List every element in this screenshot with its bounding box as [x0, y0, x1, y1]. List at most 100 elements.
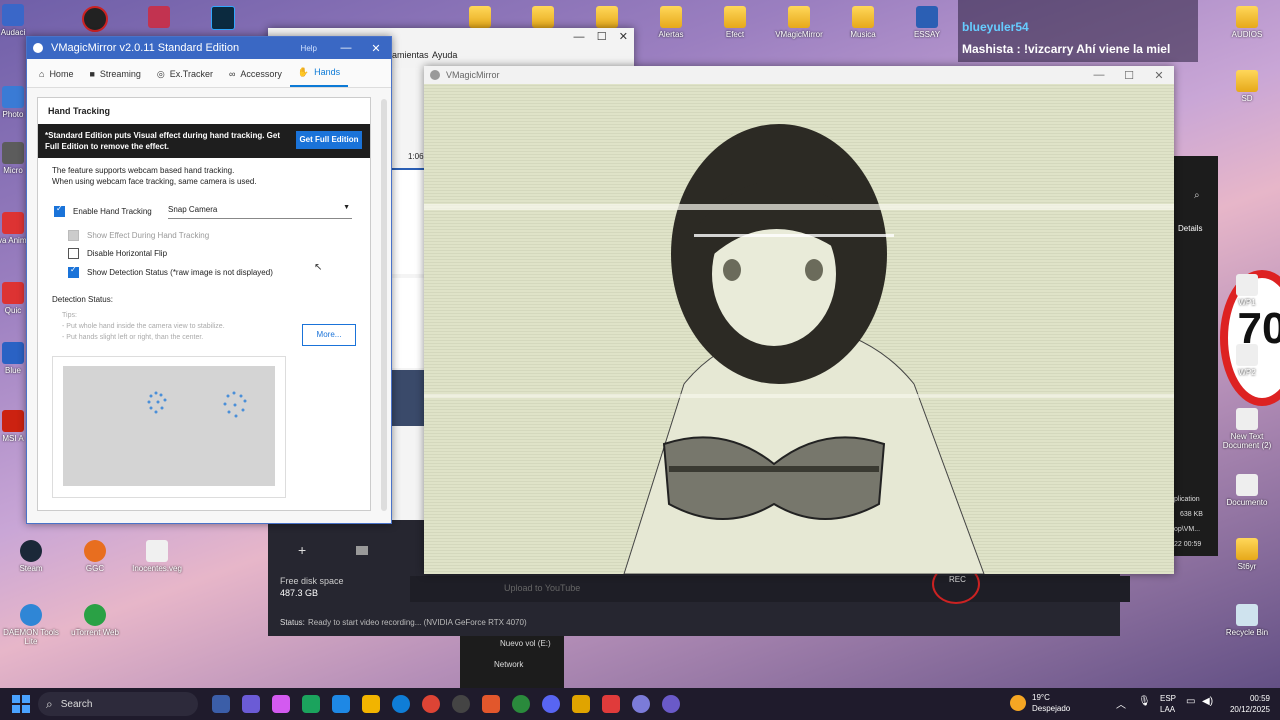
more-button[interactable]: More... — [302, 324, 356, 346]
desktop-icon-obs[interactable] — [60, 6, 130, 34]
chevron-down-icon: ▼ — [343, 204, 350, 211]
status-text: Ready to start video recording... (NVIDI… — [308, 618, 527, 627]
enable-hand-tracking-checkbox[interactable] — [54, 204, 65, 217]
vmm-main-titlebar: VMagicMirror — ☐ ✕ — [424, 66, 1174, 84]
microphone-icon[interactable]: 🎙 — [1138, 696, 1151, 707]
desktop-icon-new-text[interactable]: New Text Document (2) — [1212, 408, 1280, 450]
details-label[interactable]: Details — [1178, 224, 1202, 233]
taskbar-github[interactable] — [452, 695, 470, 713]
taskbar-app-11[interactable] — [512, 695, 530, 713]
weather-moon-icon — [1010, 695, 1026, 711]
desktop-icon-folder-3[interactable] — [572, 6, 642, 30]
avatar-viewport[interactable] — [424, 84, 1174, 574]
taskbar-file-explorer[interactable] — [362, 695, 380, 713]
start-button[interactable] — [12, 695, 30, 713]
volume-icon[interactable]: ◀) — [1202, 696, 1213, 707]
settings-scrollbar[interactable] — [381, 99, 387, 511]
detection-status-frame — [52, 356, 286, 498]
desktop-icon-app2[interactable] — [124, 6, 194, 30]
desktop-icon-utorrent[interactable]: uTorrent Web — [60, 604, 130, 637]
tree-item-network[interactable]: Network — [494, 660, 523, 669]
desktop-icon-ps[interactable] — [188, 6, 258, 32]
taskbar-discord[interactable] — [542, 695, 560, 713]
bg-menu-help[interactable]: Ayuda — [432, 50, 457, 60]
taskbar-app-15[interactable] — [632, 695, 650, 713]
weather-widget[interactable]: 19°C Despejado — [1010, 692, 1070, 714]
show-detection-checkbox[interactable] — [68, 265, 79, 278]
taskbar-edge[interactable] — [392, 695, 410, 713]
search-icon[interactable]: ⌕ — [1194, 190, 1200, 201]
show-effect-label: Show Effect During Hand Tracking — [87, 231, 210, 240]
taskbar-app-13[interactable] — [572, 695, 590, 713]
desktop-icon-recycle-bin[interactable]: Recycle Bin — [1212, 604, 1280, 637]
tab-accessory[interactable]: ∞ Accessory — [221, 61, 290, 87]
desktop-icon-efect[interactable]: Efect — [700, 6, 770, 39]
desktop-icon-ggc[interactable]: GGC — [60, 540, 130, 573]
lang-secondary: LAA — [1160, 705, 1176, 714]
tab-home-label: Home — [49, 69, 74, 79]
cursor-icon: ↖ — [314, 262, 323, 273]
tray-chevron-icon[interactable]: ︿ — [1116, 696, 1126, 711]
show-detection-label: Show Detection Status (*raw image is not… — [87, 268, 273, 277]
taskbar-brave[interactable] — [482, 695, 500, 713]
desktop-icon-sd[interactable]: SD — [1212, 70, 1280, 103]
desktop-icon-musica[interactable]: Musica — [828, 6, 898, 39]
tab-streaming[interactable]: ■ Streaming — [81, 61, 148, 87]
taskbar-chrome[interactable] — [422, 695, 440, 713]
tab-home[interactable]: ⌂ Home — [31, 61, 81, 87]
desktop-icon-audios[interactable]: AUDIOS — [1212, 6, 1280, 39]
taskbar-search[interactable]: ⌕ Search — [38, 692, 198, 716]
tree-item-drive-e[interactable]: Nuevo vol (E:) — [500, 639, 551, 648]
upload-youtube-button[interactable]: Upload to YouTube — [504, 583, 580, 593]
language-indicator[interactable]: ESP LAA — [1160, 693, 1176, 715]
track-2 — [390, 278, 424, 368]
settings-minimize-button[interactable]: — — [331, 42, 361, 54]
desktop-icon-inocentes[interactable]: Inocentes.veg — [122, 540, 192, 573]
minimize-button[interactable]: — — [1084, 69, 1114, 82]
desktop-icon-steam[interactable]: Steam — [0, 540, 66, 573]
desktop-icon-wp1[interactable]: WP1 — [1212, 274, 1280, 307]
clock-date: 20/12/2025 — [1229, 705, 1270, 714]
desktop-icon-audacity[interactable]: Audaci — [0, 4, 48, 37]
settings-close-button[interactable]: ✕ — [361, 42, 391, 55]
tab-hands-label: Hands — [314, 67, 341, 77]
taskbar-app-5[interactable] — [332, 695, 350, 713]
taskbar-app-14[interactable] — [602, 695, 620, 713]
add-button[interactable]: + — [298, 542, 306, 558]
camera-select[interactable]: Snap Camera ▼ — [168, 202, 352, 219]
folder-icon[interactable] — [356, 546, 368, 555]
clock[interactable]: 00:59 20/12/2025 — [1224, 693, 1270, 715]
tab-ex-tracker[interactable]: ◎ Ex.Tracker — [149, 61, 221, 87]
rec-label: REC — [949, 575, 966, 584]
vmm-app-icon — [33, 43, 43, 53]
desktop-icon-alertas[interactable]: Alertas — [636, 6, 706, 39]
taskbar-app-2[interactable] — [242, 695, 260, 713]
help-link[interactable]: Help — [301, 44, 317, 53]
taskbar-app-3[interactable] — [272, 695, 290, 713]
maximize-button[interactable]: ☐ — [1114, 69, 1144, 82]
network-icon[interactable]: ▭ — [1186, 696, 1195, 707]
get-full-edition-button[interactable]: Get Full Edition — [296, 131, 362, 149]
desktop-icon-daemon[interactable]: DAEMON Tools Lite — [0, 604, 66, 646]
desktop-icon-essay[interactable]: ESSAY — [892, 6, 962, 39]
taskbar-vmagicmirror[interactable] — [662, 695, 680, 713]
desktop-icon-documento[interactable]: Documento — [1212, 474, 1280, 507]
taskbar-app-1[interactable] — [212, 695, 230, 713]
desktop-icon-st6yr[interactable]: St6yr — [1212, 538, 1280, 571]
close-button[interactable]: ✕ — [1144, 69, 1174, 82]
desktop-icon-folder-1[interactable] — [445, 6, 515, 30]
bg-menu-tools[interactable]: amientas — [392, 50, 429, 60]
tab-hands[interactable]: ✋ Hands — [289, 59, 349, 87]
file-path: op\VM... — [1174, 526, 1201, 533]
file-size: 638 KB — [1180, 511, 1203, 518]
desktop-icon-folder-2[interactable] — [508, 6, 578, 30]
vmm-settings-title: VMagicMirror v2.0.11 Standard Edition — [51, 42, 240, 54]
desktop-icon-vmagicmirror[interactable]: VMagicMirror — [764, 6, 834, 39]
description-1: The feature supports webcam based hand t… — [52, 166, 235, 175]
vmm-main-title: VMagicMirror — [446, 70, 500, 80]
lang-primary: ESP — [1160, 694, 1177, 703]
taskbar-app-4[interactable] — [302, 695, 320, 713]
track-1 — [390, 168, 424, 274]
desktop-icon-wp2[interactable]: WP2 — [1212, 344, 1280, 377]
disable-flip-checkbox[interactable] — [68, 248, 79, 259]
